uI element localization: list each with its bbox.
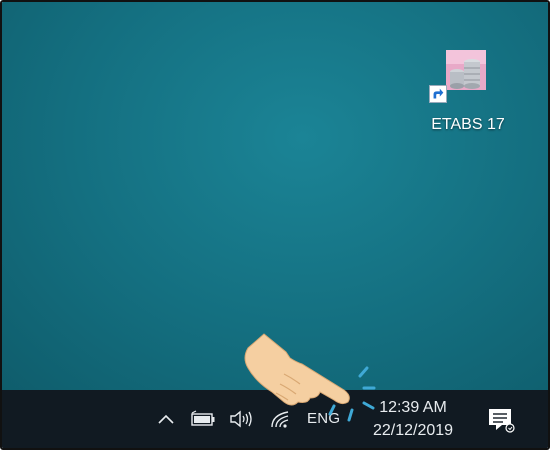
action-center-icon[interactable] xyxy=(486,406,516,434)
desktop: ETABS 17 xyxy=(2,2,548,390)
clock-time: 12:39 AM xyxy=(379,399,447,416)
language-indicator[interactable]: ENG xyxy=(307,410,340,427)
volume-icon[interactable] xyxy=(228,408,254,430)
taskbar-clock[interactable]: 12:39 AM 22/12/2019 xyxy=(362,396,464,442)
clock-date: 22/12/2019 xyxy=(372,422,454,439)
wifi-icon[interactable] xyxy=(270,409,292,429)
etabs-building-icon xyxy=(446,50,486,90)
screenshot-frame: ETABS 17 ENG 12:39 AM 22/12/2019 xyxy=(0,0,550,450)
battery-icon[interactable] xyxy=(190,410,216,428)
shortcut-label: ETABS 17 xyxy=(431,116,505,133)
shortcut-arrow-icon xyxy=(429,85,447,103)
desktop-shortcut-etabs[interactable]: ETABS 17 xyxy=(420,46,518,138)
taskbar: ENG 12:39 AM 22/12/2019 xyxy=(2,390,548,448)
chevron-up-icon[interactable] xyxy=(156,410,176,428)
